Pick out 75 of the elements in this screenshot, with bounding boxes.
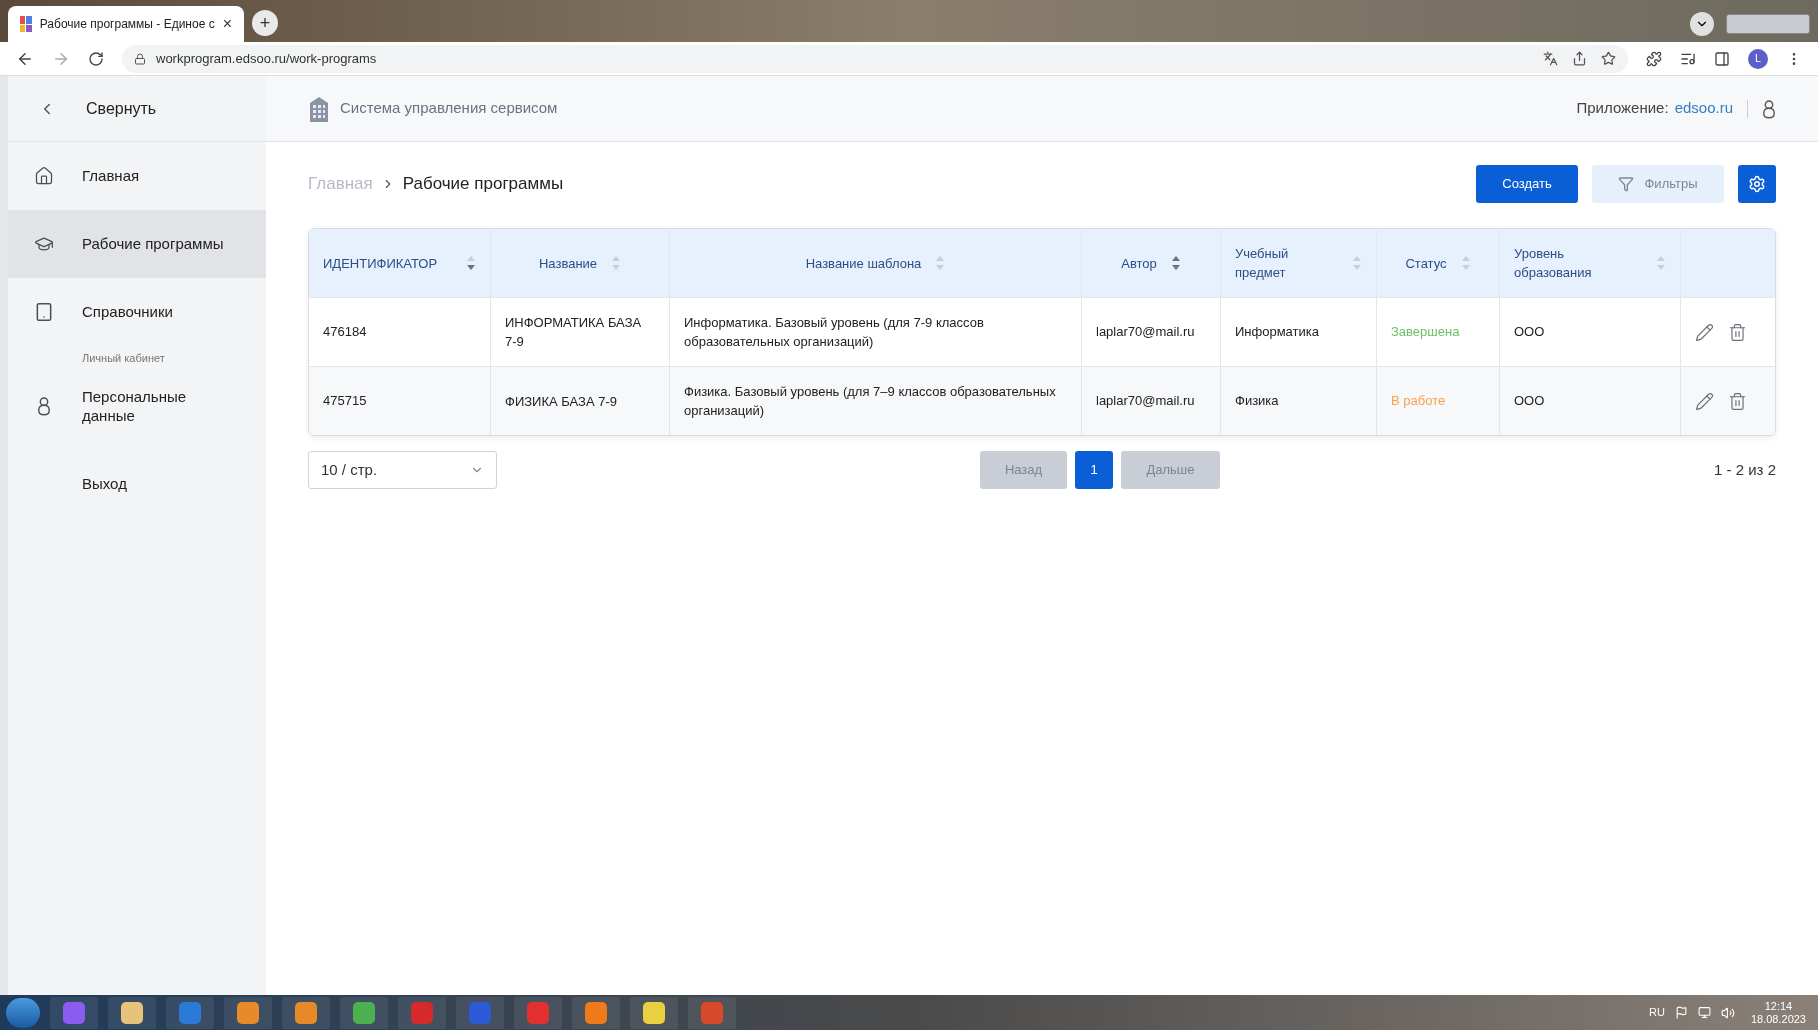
- table-cell-text: laplar70@mail.ru: [1096, 392, 1195, 411]
- start-button[interactable]: [6, 997, 40, 1028]
- sidebar-item[interactable]: Главная: [8, 142, 266, 210]
- page-size-select[interactable]: 10 / стр.: [308, 451, 497, 489]
- clock-time: 12:14: [1764, 999, 1793, 1013]
- column-header: ИДЕНТИФИКАТОР: [323, 254, 438, 273]
- delete-icon[interactable]: [1728, 391, 1747, 411]
- profile-avatar[interactable]: L: [1748, 48, 1768, 69]
- sort-icon[interactable]: [466, 255, 476, 271]
- extensions-icon[interactable]: [1646, 50, 1662, 67]
- table-cell-text: ООО: [1514, 323, 1545, 342]
- sidebar-item[interactable]: Рабочие программы: [8, 210, 266, 278]
- app-link[interactable]: edsoo.ru: [1674, 97, 1733, 120]
- table-cell-text: Физика. Базовый уровень (для 7–9 классов образовательных организаций): [684, 383, 1057, 420]
- taskbar-app-icon[interactable]: [282, 996, 330, 1029]
- system-title: Система управления сервисом: [340, 98, 558, 119]
- table-cell-text: Физика: [1235, 392, 1279, 411]
- flag-icon[interactable]: [1674, 1006, 1688, 1019]
- page-button[interactable]: 1: [1075, 451, 1113, 489]
- edit-icon[interactable]: [1695, 391, 1714, 411]
- home-icon: [34, 166, 54, 186]
- volume-icon[interactable]: [1720, 1005, 1735, 1020]
- column-header: Уровень образования: [1514, 245, 1593, 282]
- create-button[interactable]: Создать: [1476, 165, 1578, 203]
- breadcrumb-item: Рабочие программы: [402, 173, 564, 196]
- address-field[interactable]: workprogram.edsoo.ru/work-programs: [122, 44, 1628, 73]
- tab-close-button[interactable]: ×: [222, 12, 232, 36]
- column-header: Название: [538, 254, 598, 273]
- table-cell-text: ФИЗИКА БАЗА 7-9: [505, 392, 617, 411]
- status-text: В работе: [1391, 392, 1446, 411]
- app-label: Приложение:: [1576, 98, 1669, 119]
- edit-icon[interactable]: [1695, 322, 1714, 342]
- lock-icon[interactable]: [134, 52, 146, 65]
- range-text: 1 - 2 из 2: [1714, 459, 1776, 480]
- taskbar-app-icon[interactable]: [572, 996, 620, 1029]
- table-cell-text: ООО: [1514, 392, 1545, 411]
- taskbar-app-icon[interactable]: [630, 996, 678, 1029]
- language-indicator[interactable]: RU: [1649, 1004, 1665, 1021]
- user-icon: [37, 395, 51, 416]
- column-header: Статус: [1405, 254, 1447, 273]
- settings-icon: [1748, 175, 1766, 193]
- taskbar-app-icon[interactable]: [108, 996, 156, 1029]
- reload-icon[interactable]: [88, 50, 104, 67]
- building-logo-icon: [308, 94, 330, 123]
- settings-button[interactable]: [1738, 165, 1776, 203]
- table-cell-text: 475715: [323, 392, 367, 411]
- table-cell-text: Информатика: [1235, 323, 1319, 342]
- clock-date: 18.08.2023: [1750, 1012, 1806, 1026]
- tab-search-button[interactable]: [1690, 12, 1714, 36]
- taskbar-app-icon[interactable]: [340, 996, 388, 1029]
- table-cell-text: Информатика. Базовый уровень (для 7-9 классов образовательных организаций): [684, 314, 985, 351]
- browser-tab[interactable]: Рабочие программы - Единое с ×: [8, 6, 244, 42]
- translate-icon[interactable]: [1543, 51, 1558, 66]
- section-label: Личный кабинет: [81, 351, 166, 366]
- column-header: Учебный предмет: [1235, 245, 1290, 282]
- star-icon[interactable]: [1601, 51, 1616, 66]
- table-cell-text: ИНФОРМАТИКА БАЗА 7-9: [505, 314, 643, 351]
- status-text: Завершена: [1391, 323, 1460, 342]
- user-icon[interactable]: [1762, 98, 1776, 119]
- favicon-icon: [20, 16, 32, 32]
- column-header: Автор: [1121, 254, 1157, 273]
- table-cell-text: laplar70@mail.ru: [1096, 323, 1195, 342]
- table-cell-text: 476184: [323, 323, 367, 342]
- sort-icon[interactable]: [1170, 255, 1181, 271]
- filter-icon: [1618, 176, 1635, 192]
- tab-title: Рабочие программы - Единое с: [39, 16, 215, 33]
- share-icon[interactable]: [1572, 51, 1587, 66]
- sidebar-item[interactable]: Персональные данные: [8, 366, 266, 445]
- new-tab-button[interactable]: +: [252, 10, 278, 36]
- taskbar-app-icon[interactable]: [224, 996, 272, 1029]
- sidebar-item[interactable]: Справочники: [8, 278, 266, 346]
- sidebar-item[interactable]: Выход: [8, 444, 266, 523]
- side-panel-icon[interactable]: [1714, 50, 1730, 67]
- delete-icon[interactable]: [1728, 322, 1747, 342]
- column-header: Название шаблона: [805, 254, 922, 273]
